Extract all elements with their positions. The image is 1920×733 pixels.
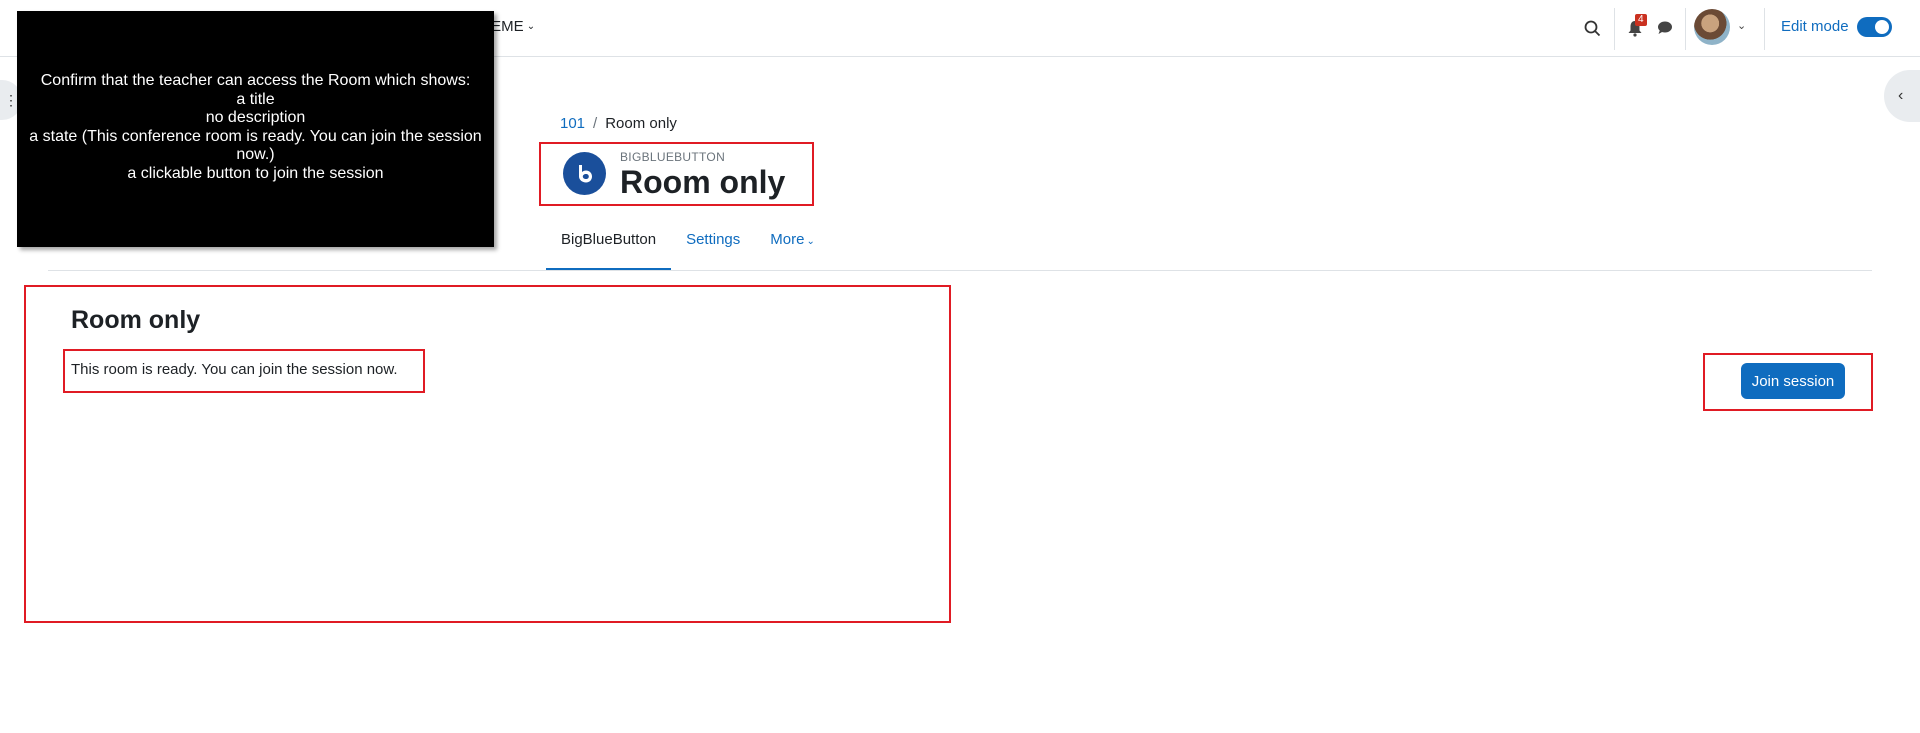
overlay-line: a clickable button to join the session [127,164,384,182]
chevron-down-icon: ⌄ [806,236,815,247]
content-highlight-box [24,285,951,623]
room-status-text: This room is ready. You can join the ses… [71,361,398,378]
tab-label: More [770,231,805,248]
overlay-line: no description [205,109,306,126]
room-title: Room only [71,306,201,334]
right-drawer-toggle[interactable]: ‹ [1884,70,1920,122]
secondary-navigation: BigBlueButton Settings More ⌄ [546,226,830,271]
bigbluebutton-icon [563,152,606,195]
kebab-icon: ⋮ [4,91,18,108]
breadcrumb: 101 / Room only [560,115,677,132]
tab-label: Settings [686,231,741,248]
tab-more[interactable]: More ⌄ [755,226,830,271]
overlay-line: Confirm that the teacher can access the … [40,72,471,89]
nav-divider [1614,8,1615,50]
page-title: Room only [620,164,786,200]
overlay-line: a state (This conference room is ready. … [29,127,482,164]
notification-count-badge: 4 [1635,14,1647,26]
overlay-line: a title [236,90,275,108]
join-session-button[interactable]: Join session [1741,363,1845,399]
chevron-left-icon: ‹ [1898,87,1904,104]
tab-label: BigBlueButton [561,231,657,248]
notifications-bell-icon[interactable]: 4 [1623,14,1647,42]
edit-mode-label: Edit mode [1781,18,1849,35]
tabs-divider [48,270,1872,271]
nav-divider [1764,8,1765,50]
nav-divider [1685,8,1686,50]
tab-bigbluebutton[interactable]: BigBlueButton [546,226,672,271]
edit-mode-toggle[interactable] [1857,17,1892,37]
breadcrumb-course-link[interactable]: 101 [560,115,585,132]
chevron-down-icon[interactable]: ⌄ [1737,19,1746,32]
breadcrumb-current: Room only [605,115,677,132]
messages-chat-icon[interactable] [1653,14,1677,42]
instruction-overlay: Confirm that the teacher can access the … [17,11,494,247]
theme-menu[interactable]: IEME ⌄ [487,18,535,35]
chevron-down-icon: ⌄ [526,21,536,32]
user-avatar[interactable] [1694,9,1730,45]
tab-settings[interactable]: Settings [671,226,755,271]
breadcrumb-separator: / [593,115,598,132]
search-icon[interactable] [1578,14,1606,42]
module-type-label: BIGBLUEBUTTON [620,150,726,164]
